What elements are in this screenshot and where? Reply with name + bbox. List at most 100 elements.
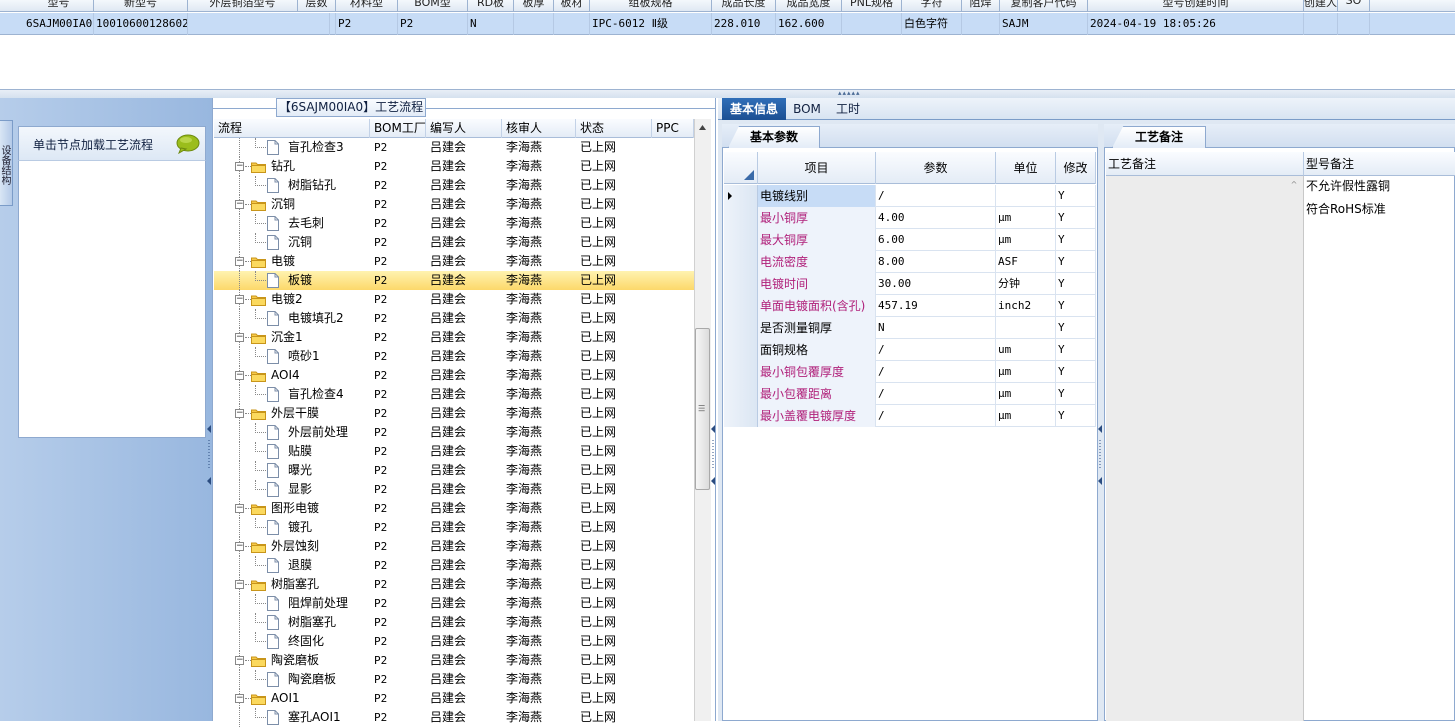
param-cell-modify[interactable]: Y (1056, 339, 1096, 361)
tree-cell-writer[interactable]: 吕建会 (430, 708, 502, 727)
tree-node-label[interactable]: 沉铜 (288, 233, 370, 252)
side-tab-device-structure[interactable]: 设备结构 (0, 120, 13, 206)
tree-row[interactable]: 沉铜 P2 吕建会 李海燕 已上网 (214, 233, 694, 252)
tree-cell-reviewer[interactable]: 李海燕 (506, 651, 576, 670)
note-col-model[interactable]: 型号备注 (1304, 152, 1455, 176)
tree-node-label[interactable]: 沉铜 (271, 195, 370, 214)
param-row-indicator[interactable] (724, 185, 758, 207)
tree-cell-bom[interactable]: P2 (374, 176, 426, 195)
tree-cell-writer[interactable]: 吕建会 (430, 309, 502, 328)
param-cell-item[interactable]: 面铜规格 (758, 339, 876, 361)
tree-cell-writer[interactable]: 吕建会 (430, 176, 502, 195)
model-grid-col-header[interactable]: 新型号 (94, 0, 188, 11)
param-cell-value[interactable]: / (876, 405, 996, 427)
collapse-toggle-icon[interactable]: − (235, 656, 244, 665)
param-row-indicator[interactable] (724, 295, 758, 317)
param-cell-modify[interactable]: Y (1056, 361, 1096, 383)
tree-cell-reviewer[interactable]: 李海燕 (506, 537, 576, 556)
tree-cell-writer[interactable]: 吕建会 (430, 480, 502, 499)
tree-node-label[interactable]: 终固化 (288, 632, 370, 651)
cell-col8[interactable] (514, 13, 554, 35)
cell-bom[interactable]: P2 (398, 13, 468, 35)
tree-cell-bom[interactable]: P2 (374, 670, 426, 689)
tree-cell-bom[interactable]: P2 (374, 518, 426, 537)
tree-cell-status[interactable]: 已上网 (580, 309, 652, 328)
tree-cell-reviewer[interactable]: 李海燕 (506, 138, 576, 157)
model-grid-col-header[interactable]: 创建人 (1304, 0, 1338, 11)
tree-cell-reviewer[interactable]: 李海燕 (506, 195, 576, 214)
tree-cell-status[interactable]: 已上网 (580, 708, 652, 727)
param-row[interactable]: 单面电镀面积(含孔) 457.19 inch2 Y (724, 295, 1096, 317)
tree-cell-status[interactable]: 已上网 (580, 651, 652, 670)
param-cell-value[interactable]: 457.19 (876, 295, 996, 317)
tree-cell-reviewer[interactable]: 李海燕 (506, 499, 576, 518)
param-row-indicator[interactable] (724, 229, 758, 251)
param-cell-value[interactable]: 30.00 (876, 273, 996, 295)
param-cell-value[interactable]: 4.00 (876, 207, 996, 229)
tree-row[interactable]: − 电镀 P2 吕建会 李海燕 已上网 (214, 252, 694, 271)
tree-cell-reviewer[interactable]: 李海燕 (506, 271, 576, 290)
collapse-toggle-icon[interactable]: − (235, 200, 244, 209)
tree-cell-bom[interactable]: P2 (374, 214, 426, 233)
tree-row[interactable]: − 树脂塞孔 P2 吕建会 李海燕 已上网 (214, 575, 694, 594)
tree-row[interactable]: 树脂钻孔 P2 吕建会 李海燕 已上网 (214, 176, 694, 195)
tree-cell-writer[interactable]: 吕建会 (430, 556, 502, 575)
tree-cell-reviewer[interactable]: 李海燕 (506, 328, 576, 347)
param-cell-unit[interactable]: μm (996, 207, 1056, 229)
tree-cell-bom[interactable]: P2 (374, 309, 426, 328)
tree-node-label[interactable]: 盲孔检查4 (288, 385, 370, 404)
tree-cell-writer[interactable]: 吕建会 (430, 195, 502, 214)
tree-cell-status[interactable]: 已上网 (580, 214, 652, 233)
tree-cell-reviewer[interactable]: 李海燕 (506, 480, 576, 499)
collapse-toggle-icon[interactable]: − (235, 409, 244, 418)
cell-length[interactable]: 228.010 (712, 13, 776, 35)
param-cell-modify[interactable]: Y (1056, 229, 1096, 251)
param-cell-unit[interactable] (996, 185, 1056, 207)
collapse-toggle-icon[interactable]: − (235, 694, 244, 703)
tree-cell-status[interactable]: 已上网 (580, 499, 652, 518)
tree-cell-reviewer[interactable]: 李海燕 (506, 461, 576, 480)
param-cell-item[interactable]: 是否测量铜厚 (758, 317, 876, 339)
param-cell-unit[interactable]: um (996, 339, 1056, 361)
tree-cell-bom[interactable]: P2 (374, 195, 426, 214)
tab-bom[interactable]: BOM (790, 98, 824, 120)
cell-customer[interactable]: SAJM (1000, 13, 1088, 35)
tree-cell-reviewer[interactable]: 李海燕 (506, 708, 576, 727)
tree-cell-reviewer[interactable]: 李海燕 (506, 423, 576, 442)
model-grid-col-header[interactable]: 成品宽度 (776, 0, 842, 11)
param-cell-unit[interactable]: ASF (996, 251, 1056, 273)
tree-cell-bom[interactable]: P2 (374, 157, 426, 176)
tree-row[interactable]: 退膜 P2 吕建会 李海燕 已上网 (214, 556, 694, 575)
param-cell-unit[interactable]: μm (996, 361, 1056, 383)
model-grid-col-header[interactable]: 外层铜箔型号 (188, 0, 298, 11)
cell-material[interactable]: P2 (336, 13, 398, 35)
tree-node-label[interactable]: 图形电镀 (271, 499, 370, 518)
collapse-toggle-icon[interactable]: − (235, 371, 244, 380)
tree-cell-writer[interactable]: 吕建会 (430, 233, 502, 252)
param-col-value[interactable]: 参数 (876, 152, 996, 184)
cell-spec[interactable]: IPC-6012 Ⅱ级 (590, 13, 712, 35)
model-grid-row[interactable]: 6SAJM00IA0 10010600128602 P2 P2 N IPC-60… (0, 13, 1455, 35)
tree-node-label[interactable]: 树脂塞孔 (288, 613, 370, 632)
param-cell-item[interactable]: 电流密度 (758, 251, 876, 273)
cell-col13[interactable] (842, 13, 902, 35)
model-grid-col-header[interactable]: RD板 (468, 0, 514, 11)
param-cell-item[interactable]: 电镀线别 (758, 185, 876, 207)
tree-cell-status[interactable]: 已上网 (580, 290, 652, 309)
tree-row[interactable]: − 外层蚀刻 P2 吕建会 李海燕 已上网 (214, 537, 694, 556)
model-grid-col-header[interactable]: 复制客户代码 (1000, 0, 1088, 11)
tree-node-label[interactable]: 电镀2 (271, 290, 370, 309)
tree-cell-bom[interactable]: P2 (374, 480, 426, 499)
tree-col-bom[interactable]: BOM工厂 (370, 119, 426, 138)
tree-row[interactable]: 板镀 P2 吕建会 李海燕 已上网 (214, 271, 694, 290)
cell-created[interactable]: 2024-04-19 18:05:26 (1088, 13, 1304, 35)
tree-cell-writer[interactable]: 吕建会 (430, 252, 502, 271)
horizontal-splitter[interactable]: ▴▴▴▴▴ (0, 90, 1455, 98)
tree-cell-bom[interactable]: P2 (374, 328, 426, 347)
tree-row[interactable]: 盲孔检查3 P2 吕建会 李海燕 已上网 (214, 138, 694, 157)
param-cell-value[interactable]: 8.00 (876, 251, 996, 273)
tree-row[interactable]: − 图形电镀 P2 吕建会 李海燕 已上网 (214, 499, 694, 518)
model-grid-col-header[interactable]: 阻焊 (962, 0, 1000, 11)
param-collapse-icon[interactable] (1097, 420, 1103, 490)
tree-cell-bom[interactable]: P2 (374, 708, 426, 727)
